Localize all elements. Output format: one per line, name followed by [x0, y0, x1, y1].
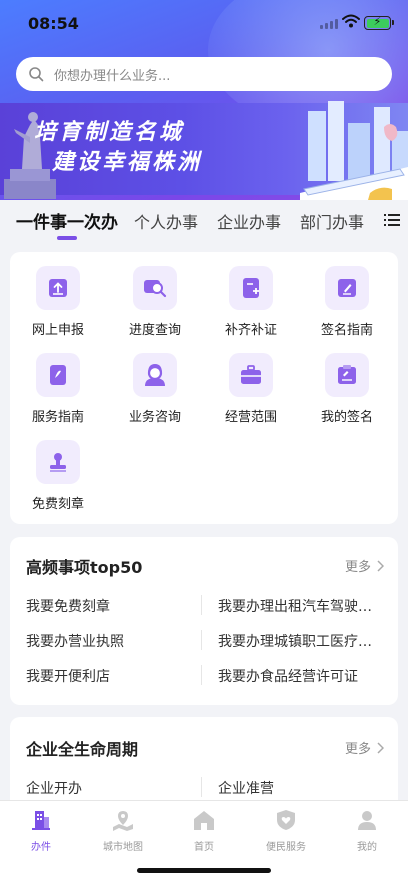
service-label: 网上申报 [31, 323, 84, 338]
more-link[interactable]: 更多 [345, 556, 384, 575]
service-grid: 网上申报 进度查询 补齐补证 签名指南 服务指南 业务咨询 经营范围 我的签名 … [10, 252, 398, 524]
cellular-signal-icon [320, 19, 340, 29]
service-label: 签名指南 [320, 323, 373, 338]
list-item[interactable]: 我要免费刻章 [26, 596, 186, 616]
tab-active-indicator [57, 236, 77, 240]
service-business-scope[interactable]: 经营范围 [208, 353, 294, 425]
more-label: 更多 [344, 560, 371, 575]
city-illustration [300, 101, 408, 200]
search-progress-icon [144, 280, 167, 298]
nav-label: 便民服务 [266, 842, 306, 853]
section-title: 企业全生命周期 [26, 740, 139, 759]
home-icon [194, 811, 214, 830]
banner-line-1: 培育制造名城 [34, 120, 185, 145]
service-sign-guide[interactable]: 签名指南 [304, 266, 390, 338]
consultant-icon [145, 363, 165, 386]
nav-item-home[interactable]: 首页 [163, 809, 245, 853]
list-item[interactable]: 我要办食品经营许可证 [218, 666, 383, 686]
profile-icon [358, 811, 376, 830]
service-label: 进度查询 [128, 323, 181, 338]
category-tabs: 一件事一次办 个人办事 企业办事 部门办事 [0, 200, 408, 244]
tab-one-thing[interactable]: 一件事一次办 [16, 208, 118, 233]
status-time: 08:54 [28, 14, 79, 33]
status-bar: 08:54 ⚡ [0, 0, 408, 48]
nav-label: 首页 [194, 842, 214, 853]
shield-heart-icon [277, 810, 295, 830]
service-guide[interactable]: 服务指南 [15, 353, 101, 425]
search-bar[interactable]: 你想办理什么业务... [16, 57, 392, 91]
promo-banner[interactable]: 培育制造名城 建设幸福株洲 [0, 97, 408, 200]
battery-icon: ⚡ [364, 16, 394, 30]
more-label: 更多 [344, 742, 371, 757]
home-indicator [137, 868, 271, 873]
list-item[interactable]: 企业开办 [26, 778, 82, 798]
service-label: 免费刻章 [31, 497, 84, 512]
tab-personal[interactable]: 个人办事 [134, 209, 198, 233]
service-label: 我的签名 [320, 410, 373, 425]
list-item[interactable]: 企业准营 [218, 778, 274, 798]
service-label: 服务指南 [31, 410, 84, 425]
list-item[interactable]: 我要办理城镇职工医疗保险 [218, 631, 383, 651]
top50-section: 高频事项top50 更多 我要免费刻章 我要办理出租汽车驾驶员从业资格证 我要办… [10, 537, 398, 705]
tab-enterprise[interactable]: 企业办事 [217, 209, 281, 233]
menu-list-icon[interactable] [384, 213, 400, 227]
nav-item-city-map[interactable]: 城市地图 [82, 809, 164, 853]
search-icon [29, 67, 44, 82]
chevron-right-icon [377, 559, 384, 572]
list-item[interactable]: 我要开便利店 [26, 666, 186, 686]
sign-pen-icon [338, 279, 356, 297]
add-document-icon [243, 278, 259, 298]
map-icon [113, 811, 133, 831]
chevron-right-icon [377, 741, 384, 754]
nav-label: 办件 [31, 842, 51, 853]
service-label: 补齐补证 [224, 323, 277, 338]
nav-label: 城市地图 [103, 842, 143, 853]
list-item[interactable]: 我要办营业执照 [26, 631, 186, 651]
tab-department[interactable]: 部门办事 [300, 209, 364, 233]
nav-label: 我的 [357, 842, 377, 853]
search-placeholder: 你想办理什么业务... [54, 68, 171, 84]
nav-item-cases[interactable]: 办件 [0, 809, 82, 853]
upload-icon [49, 279, 67, 297]
service-label: 经营范围 [224, 410, 277, 425]
building-icon [32, 811, 50, 830]
banner-line-2: 建设幸福株洲 [52, 150, 203, 175]
service-consult[interactable]: 业务咨询 [112, 353, 198, 425]
section-title: 高频事项top50 [26, 558, 143, 577]
guide-book-icon [50, 365, 66, 385]
briefcase-icon [241, 365, 261, 384]
my-signature-icon [338, 365, 356, 384]
wifi-icon [342, 14, 360, 28]
service-label: 业务咨询 [128, 410, 181, 425]
service-progress-query[interactable]: 进度查询 [112, 266, 198, 338]
stamp-icon [50, 453, 66, 472]
service-online-apply[interactable]: 网上申报 [15, 266, 101, 338]
service-supplement[interactable]: 补齐补证 [208, 266, 294, 338]
nav-item-mine[interactable]: 我的 [326, 809, 408, 853]
service-my-signature[interactable]: 我的签名 [304, 353, 390, 425]
nav-item-convenience[interactable]: 便民服务 [245, 809, 327, 853]
service-free-stamp[interactable]: 免费刻章 [15, 440, 101, 512]
list-item[interactable]: 我要办理出租汽车驾驶员从业资格证 [218, 596, 383, 616]
more-link[interactable]: 更多 [345, 738, 384, 757]
